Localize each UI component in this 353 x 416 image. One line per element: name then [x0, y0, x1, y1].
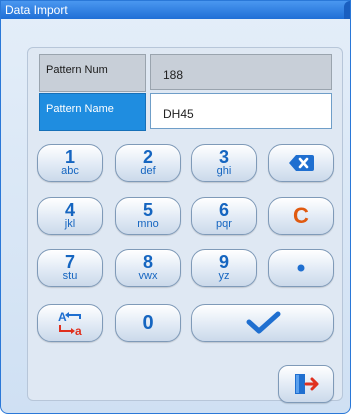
key-7[interactable]: 7 stu	[37, 249, 103, 287]
key-0-digit: 0	[142, 312, 154, 334]
exit-door-icon	[279, 366, 333, 402]
window-title: Data Import	[5, 3, 68, 17]
switch-case-icon: A a	[38, 305, 102, 341]
title-bar: Data Import	[1, 1, 350, 19]
key-5[interactable]: 5 mno	[115, 197, 181, 235]
key-4[interactable]: 4 jkl	[37, 197, 103, 235]
key-9-letters: yz	[218, 270, 230, 282]
key-7-letters: stu	[62, 270, 78, 282]
key-8-letters: vwx	[138, 270, 158, 282]
key-7-digit: 7	[64, 252, 75, 272]
pattern-num-label: Pattern Num	[39, 54, 146, 92]
pattern-name-label[interactable]: Pattern Name	[39, 93, 146, 131]
title-bar-corner	[344, 1, 350, 19]
svg-text:A: A	[58, 310, 67, 324]
confirm-button[interactable]	[191, 304, 334, 342]
key-1-letters: abc	[61, 165, 79, 177]
pattern-name-field[interactable]: DH45	[150, 93, 332, 129]
key-8-digit: 8	[142, 252, 153, 272]
key-5-digit: 5	[142, 200, 153, 220]
key-2[interactable]: 2 def	[115, 144, 181, 182]
key-4-digit: 4	[64, 200, 75, 220]
key-2-letters: def	[140, 165, 156, 177]
key-9[interactable]: 9 yz	[191, 249, 257, 287]
key-3-digit: 3	[218, 147, 229, 167]
svg-text:a: a	[75, 324, 82, 337]
key-6[interactable]: 6 pqr	[191, 197, 257, 235]
key-4-letters: jkl	[64, 218, 76, 230]
key-6-digit: 6	[218, 200, 229, 220]
dot-button[interactable]	[268, 249, 334, 287]
clear-label: C	[293, 203, 309, 228]
key-9-digit: 9	[218, 252, 229, 272]
exit-button[interactable]	[278, 365, 334, 403]
key-3[interactable]: 3 ghi	[191, 144, 257, 182]
clear-button[interactable]: C	[268, 197, 334, 235]
key-2-digit: 2	[142, 147, 153, 167]
checkmark-icon	[192, 305, 333, 341]
data-import-window: Data Import Pattern Num 188 Pattern Name…	[0, 0, 351, 414]
key-8[interactable]: 8 vwx	[115, 249, 181, 287]
backspace-icon	[269, 145, 333, 181]
switch-case-button[interactable]: A a	[37, 304, 103, 342]
dot-icon	[269, 250, 333, 286]
key-6-letters: pqr	[216, 218, 232, 230]
backspace-button[interactable]	[268, 144, 334, 182]
key-5-letters: mno	[137, 218, 159, 230]
pattern-num-field: 188	[150, 54, 332, 90]
key-1[interactable]: 1 abc	[37, 144, 103, 182]
key-0[interactable]: 0	[115, 304, 181, 342]
key-3-letters: ghi	[216, 165, 232, 177]
key-1-digit: 1	[64, 147, 75, 167]
